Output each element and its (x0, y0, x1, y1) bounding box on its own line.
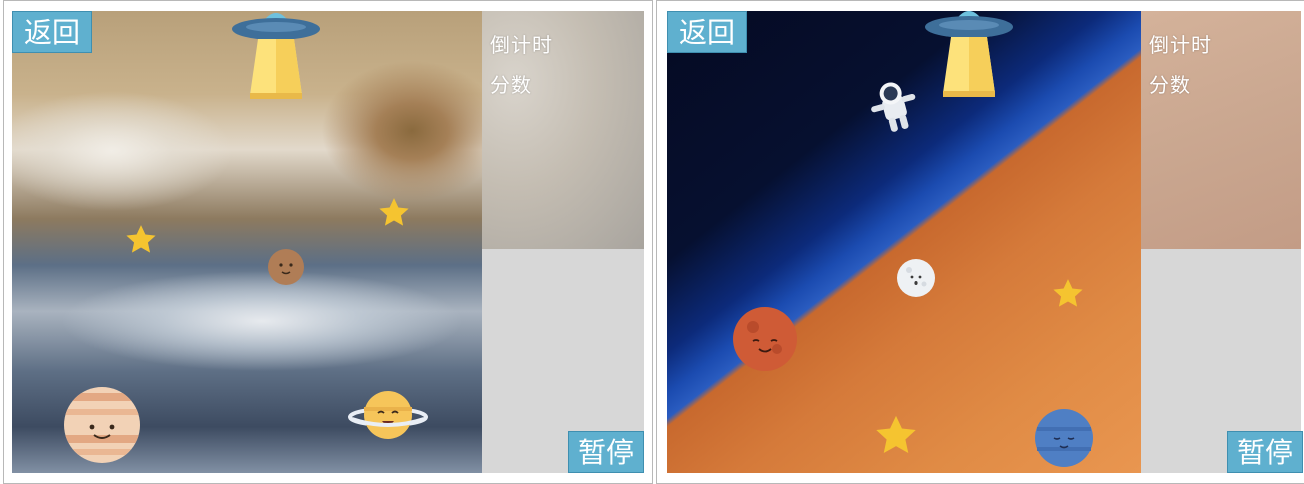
saturn-planet-icon[interactable] (348, 383, 428, 451)
countdown-label: 倒计时 (1149, 33, 1212, 57)
star-icon[interactable] (377, 196, 411, 230)
jupiter-planet-icon[interactable] (60, 383, 144, 471)
moon-planet-icon[interactable] (895, 257, 937, 303)
ufo-icon (230, 11, 322, 107)
hud-panel: 倒计时 分数 (482, 11, 644, 249)
game-screen-2: 倒计时 分数 返回 暂停 (656, 0, 1304, 484)
pause-button[interactable]: 暂停 (1227, 431, 1303, 473)
score-label: 分数 (1149, 73, 1191, 97)
star-icon[interactable] (873, 413, 919, 459)
playfield[interactable] (12, 11, 482, 473)
hud-panel: 倒计时 分数 (1141, 11, 1301, 249)
mars-planet-icon[interactable] (266, 247, 306, 291)
pause-button[interactable]: 暂停 (568, 431, 644, 473)
star-icon[interactable] (1051, 277, 1085, 311)
score-label: 分数 (490, 73, 532, 97)
star-icon[interactable] (124, 223, 158, 257)
back-button[interactable]: 返回 (667, 11, 747, 53)
astronaut-icon[interactable] (863, 77, 925, 139)
mars-planet-icon[interactable] (731, 305, 799, 377)
playfield[interactable] (667, 11, 1141, 473)
game-screen-1: 倒计时 分数 返回 暂停 (3, 0, 653, 484)
countdown-label: 倒计时 (490, 33, 553, 57)
neptune-planet-icon[interactable] (1033, 407, 1095, 473)
back-button[interactable]: 返回 (12, 11, 92, 53)
ufo-icon (923, 11, 1015, 105)
